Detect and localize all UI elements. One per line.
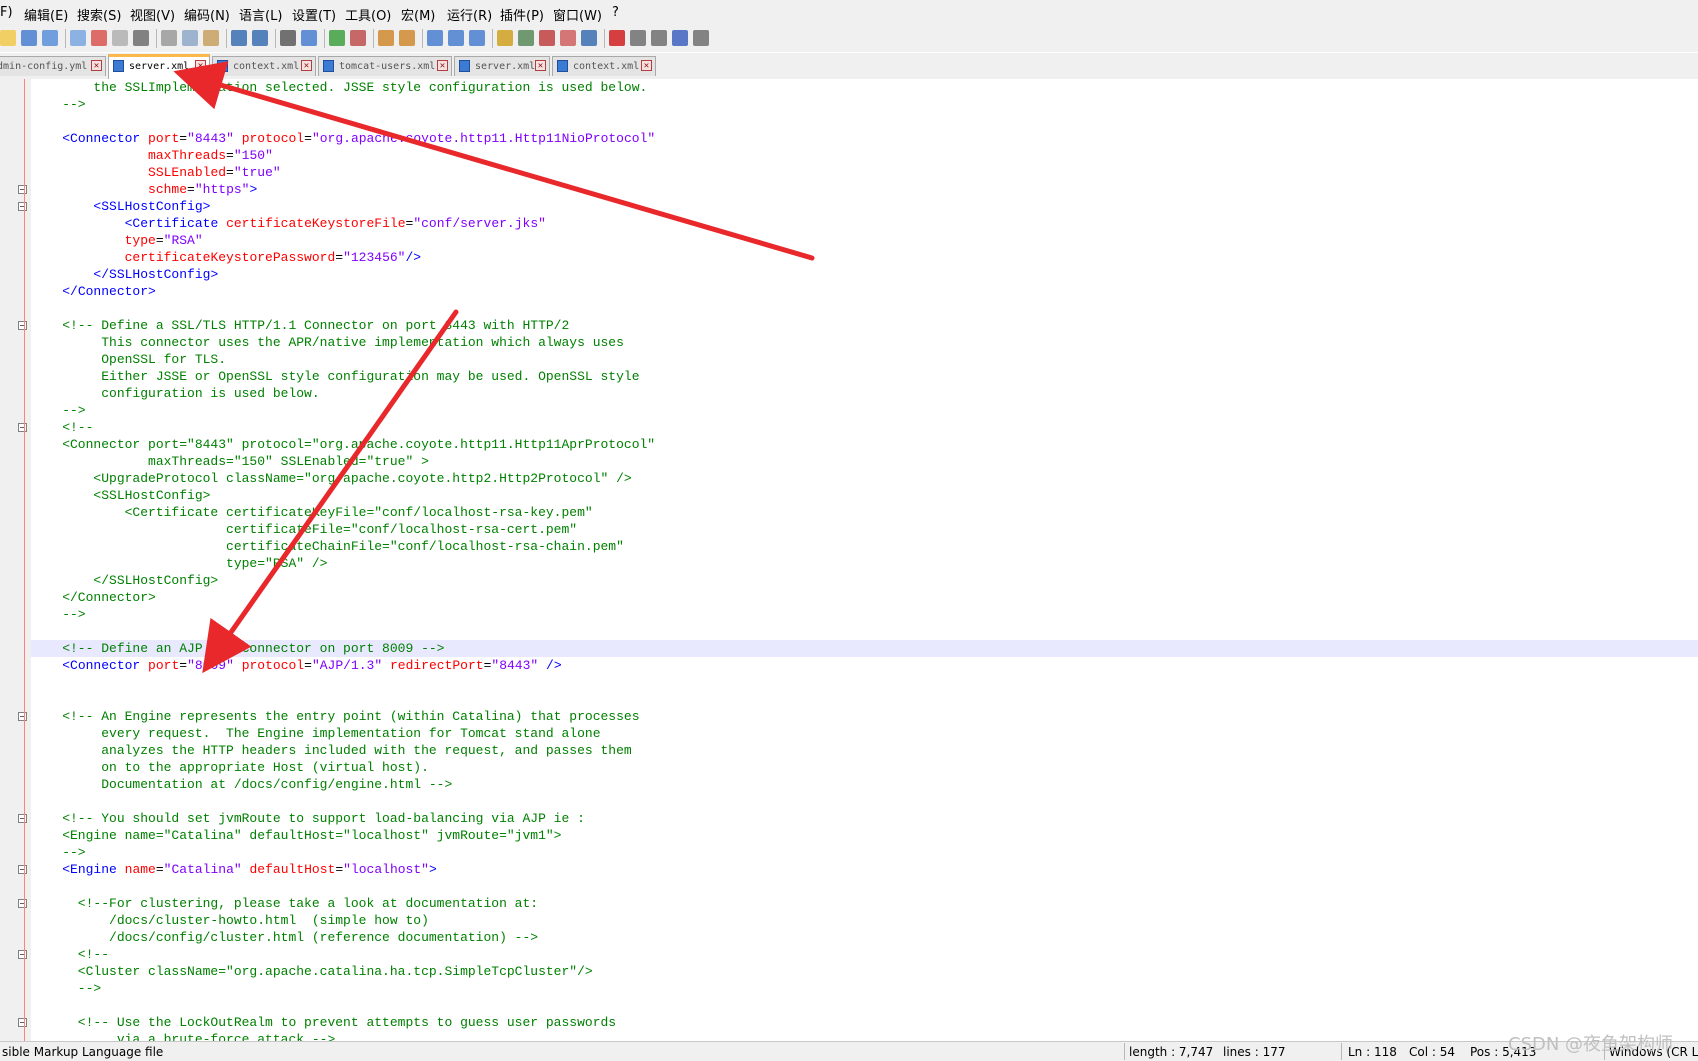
status-ln: Ln : 118 [1348,1045,1397,1059]
status-file-type: sible Markup Language file [2,1045,164,1059]
watermark: CSDN @夜鱼架构师 [1508,1034,1674,1055]
arrow-to-active-tab [173,61,815,261]
annotation-arrows [173,61,815,674]
status-col: Col : 54 [1409,1045,1455,1059]
arrow-to-ajp-port [202,309,459,674]
status-lines: lines : 177 [1223,1045,1286,1059]
status-separator [1341,1043,1342,1060]
status-separator [1124,1043,1125,1060]
status-length: length : 7,747 [1129,1045,1214,1059]
status-bar: sible Markup Language file length : 7,74… [0,1041,1698,1061]
